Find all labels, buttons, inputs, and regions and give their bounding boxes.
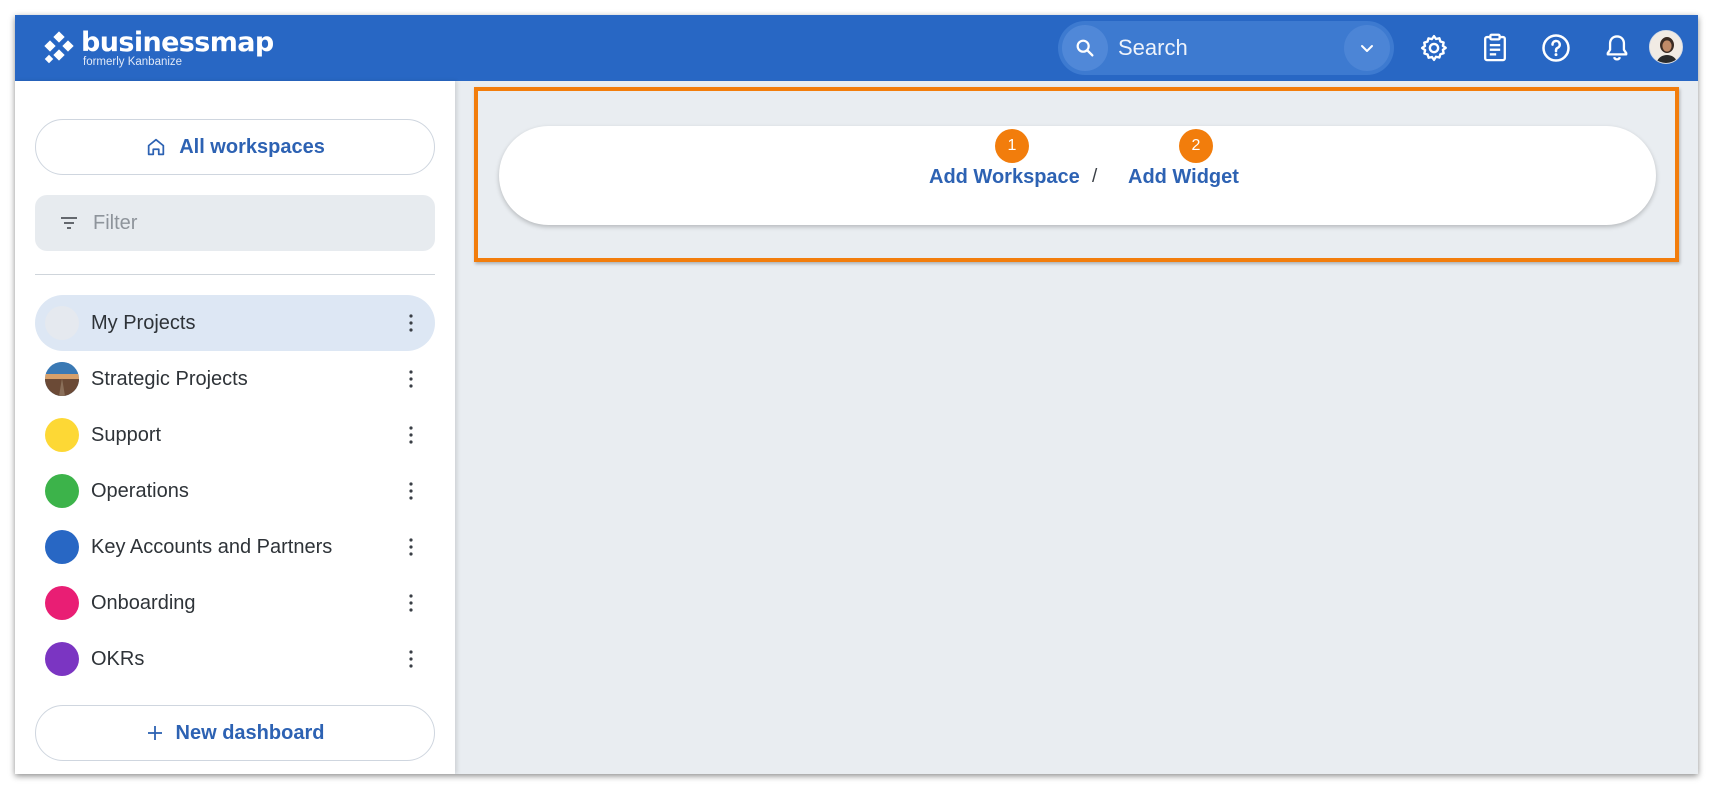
workspace-item-key-accounts[interactable]: Key Accounts and Partners — [35, 519, 435, 575]
workspace-label: Strategic Projects — [91, 367, 248, 390]
workspace-list: My Projects Strategic Projects Support O… — [35, 295, 435, 687]
search-input[interactable] — [1118, 31, 1318, 65]
all-workspaces-button[interactable]: All workspaces — [35, 119, 435, 175]
new-dashboard-label: New dashboard — [175, 721, 325, 744]
more-options-icon[interactable] — [401, 308, 421, 338]
workspace-label: Onboarding — [91, 591, 196, 614]
bell-icon[interactable] — [1600, 31, 1634, 65]
more-options-icon[interactable] — [401, 476, 421, 506]
filter-box — [35, 195, 435, 251]
logo-name: businessmap — [81, 27, 274, 59]
workspace-item-my-projects[interactable]: My Projects — [35, 295, 435, 351]
hint-separator: / — [1092, 166, 1098, 187]
filter-icon — [61, 217, 77, 229]
workspace-label: Key Accounts and Partners — [91, 535, 333, 558]
sidebar: All workspaces My Projects — [15, 81, 455, 774]
workspace-label: OKRs — [91, 647, 145, 670]
sidebar-divider — [35, 274, 435, 275]
add-widget-link[interactable]: Add Widget — [1128, 166, 1239, 189]
logo-subtitle: formerly Kanbanize — [83, 56, 183, 69]
workspace-color-dot — [45, 642, 79, 676]
workspace-label: Support — [91, 423, 162, 446]
workspace-image-dot — [45, 362, 79, 396]
search-box — [1058, 21, 1394, 75]
add-workspace-link[interactable]: Add Workspace — [929, 166, 1080, 189]
workspace-color-dot — [45, 418, 79, 452]
workspace-item-support[interactable]: Support — [35, 407, 435, 463]
workspace-color-dot — [45, 306, 79, 340]
avatar[interactable] — [1649, 30, 1683, 64]
workspace-color-dot — [45, 474, 79, 508]
more-options-icon[interactable] — [401, 532, 421, 562]
gear-icon[interactable] — [1417, 31, 1451, 65]
logo-mark-icon — [41, 31, 77, 67]
chevron-down-icon[interactable] — [1344, 25, 1390, 71]
workspace-item-okrs[interactable]: OKRs — [35, 631, 435, 687]
step-badge-1: 1 — [995, 129, 1029, 163]
workspace-color-dot — [45, 530, 79, 564]
workspace-item-strategic-projects[interactable]: Strategic Projects — [35, 351, 435, 407]
home-icon — [147, 138, 165, 156]
more-options-icon[interactable] — [401, 588, 421, 618]
workspace-item-operations[interactable]: Operations — [35, 463, 435, 519]
all-workspaces-label: All workspaces — [179, 135, 325, 158]
help-icon[interactable] — [1539, 31, 1573, 65]
new-dashboard-button[interactable]: New dashboard — [35, 705, 435, 761]
workspace-label: My Projects — [91, 311, 196, 334]
app-window: businessmap formerly Kanbanize Search Al… — [15, 15, 1698, 774]
top-bar: businessmap formerly Kanbanize — [15, 15, 1698, 81]
logo[interactable]: businessmap formerly Kanbanize — [41, 29, 274, 69]
more-options-icon[interactable] — [401, 364, 421, 394]
plus-icon — [147, 726, 162, 740]
search-icon[interactable] — [1062, 25, 1108, 71]
more-options-icon[interactable] — [401, 420, 421, 450]
workspace-color-dot — [45, 586, 79, 620]
clipboard-icon[interactable] — [1478, 31, 1512, 65]
more-options-icon[interactable] — [401, 644, 421, 674]
step-badge-2: 2 — [1179, 129, 1213, 163]
empty-dashboard-hint-card: Add Workspace / Add Widget 1 2 — [499, 126, 1656, 225]
workspace-label: Operations — [91, 479, 189, 502]
filter-input[interactable] — [93, 211, 393, 235]
workspace-item-onboarding[interactable]: Onboarding — [35, 575, 435, 631]
